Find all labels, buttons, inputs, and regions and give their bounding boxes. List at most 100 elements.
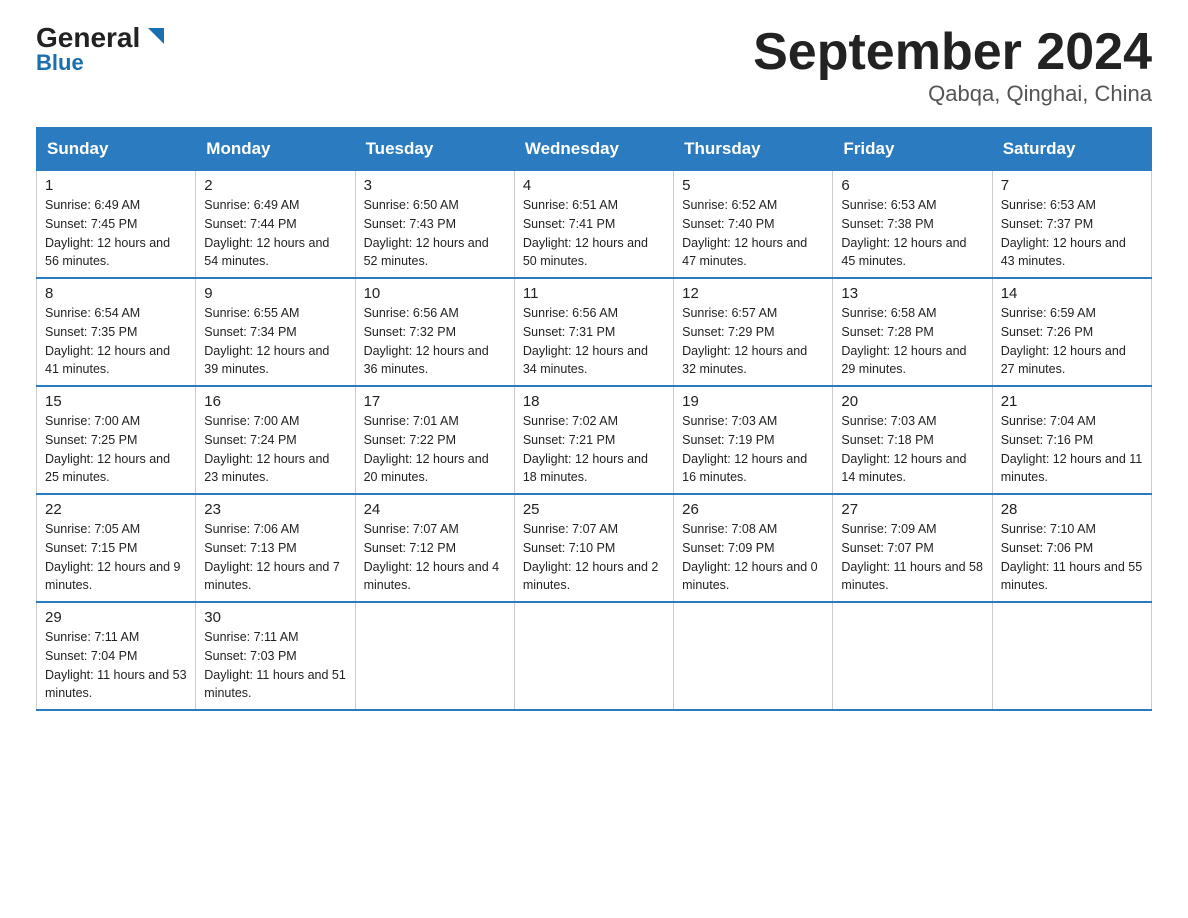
day-cell: 9 Sunrise: 6:55 AMSunset: 7:34 PMDaylight… bbox=[196, 278, 355, 386]
logo: General Blue bbox=[36, 24, 170, 76]
day-cell: 13 Sunrise: 6:58 AMSunset: 7:28 PMDayligh… bbox=[833, 278, 992, 386]
day-cell: 30 Sunrise: 7:11 AMSunset: 7:03 PMDayligh… bbox=[196, 602, 355, 710]
day-info: Sunrise: 7:11 AMSunset: 7:03 PMDaylight:… bbox=[204, 628, 346, 703]
day-info: Sunrise: 6:49 AMSunset: 7:45 PMDaylight:… bbox=[45, 196, 187, 271]
day-info: Sunrise: 7:05 AMSunset: 7:15 PMDaylight:… bbox=[45, 520, 187, 595]
month-title: September 2024 bbox=[753, 24, 1152, 81]
col-header-saturday: Saturday bbox=[992, 128, 1151, 170]
day-number: 3 bbox=[364, 177, 506, 194]
day-number: 14 bbox=[1001, 285, 1143, 302]
day-cell: 11 Sunrise: 6:56 AMSunset: 7:31 PMDayligh… bbox=[514, 278, 673, 386]
day-cell: 18 Sunrise: 7:02 AMSunset: 7:21 PMDayligh… bbox=[514, 386, 673, 494]
day-cell: 7 Sunrise: 6:53 AMSunset: 7:37 PMDaylight… bbox=[992, 170, 1151, 278]
day-number: 22 bbox=[45, 501, 187, 518]
day-cell: 6 Sunrise: 6:53 AMSunset: 7:38 PMDaylight… bbox=[833, 170, 992, 278]
col-header-thursday: Thursday bbox=[674, 128, 833, 170]
day-cell: 5Sunrise: 6:52 AMSunset: 7:40 PMDaylight… bbox=[674, 170, 833, 278]
day-cell: 21 Sunrise: 7:04 AMSunset: 7:16 PMDayligh… bbox=[992, 386, 1151, 494]
day-number: 13 bbox=[841, 285, 983, 302]
day-cell: 10 Sunrise: 6:56 AMSunset: 7:32 PMDayligh… bbox=[355, 278, 514, 386]
day-number: 15 bbox=[45, 393, 187, 410]
day-number: 20 bbox=[841, 393, 983, 410]
day-cell: 23 Sunrise: 7:06 AMSunset: 7:13 PMDayligh… bbox=[196, 494, 355, 602]
week-row-4: 22 Sunrise: 7:05 AMSunset: 7:15 PMDayligh… bbox=[37, 494, 1152, 602]
col-header-friday: Friday bbox=[833, 128, 992, 170]
day-info: Sunrise: 7:03 AMSunset: 7:18 PMDaylight:… bbox=[841, 412, 983, 487]
day-number: 24 bbox=[364, 501, 506, 518]
day-info: Sunrise: 6:49 AMSunset: 7:44 PMDaylight:… bbox=[204, 196, 346, 271]
day-cell: 26 Sunrise: 7:08 AMSunset: 7:09 PMDayligh… bbox=[674, 494, 833, 602]
day-number: 1 bbox=[45, 177, 187, 194]
col-header-sunday: Sunday bbox=[37, 128, 196, 170]
day-info: Sunrise: 7:02 AMSunset: 7:21 PMDaylight:… bbox=[523, 412, 665, 487]
day-info: Sunrise: 6:51 AMSunset: 7:41 PMDaylight:… bbox=[523, 196, 665, 271]
day-info: Sunrise: 7:06 AMSunset: 7:13 PMDaylight:… bbox=[204, 520, 346, 595]
day-number: 12 bbox=[682, 285, 824, 302]
day-cell bbox=[514, 602, 673, 710]
day-info: Sunrise: 6:55 AMSunset: 7:34 PMDaylight:… bbox=[204, 304, 346, 379]
week-row-2: 8 Sunrise: 6:54 AMSunset: 7:35 PMDaylight… bbox=[37, 278, 1152, 386]
day-info: Sunrise: 7:01 AMSunset: 7:22 PMDaylight:… bbox=[364, 412, 506, 487]
day-cell: 20 Sunrise: 7:03 AMSunset: 7:18 PMDayligh… bbox=[833, 386, 992, 494]
day-cell bbox=[674, 602, 833, 710]
day-info: Sunrise: 6:56 AMSunset: 7:31 PMDaylight:… bbox=[523, 304, 665, 379]
day-info: Sunrise: 6:53 AMSunset: 7:38 PMDaylight:… bbox=[841, 196, 983, 271]
day-cell: 8 Sunrise: 6:54 AMSunset: 7:35 PMDaylight… bbox=[37, 278, 196, 386]
day-info: Sunrise: 6:58 AMSunset: 7:28 PMDaylight:… bbox=[841, 304, 983, 379]
day-info: Sunrise: 6:57 AMSunset: 7:29 PMDaylight:… bbox=[682, 304, 824, 379]
day-info: Sunrise: 6:50 AMSunset: 7:43 PMDaylight:… bbox=[364, 196, 506, 271]
day-info: Sunrise: 7:08 AMSunset: 7:09 PMDaylight:… bbox=[682, 520, 824, 595]
day-cell: 14 Sunrise: 6:59 AMSunset: 7:26 PMDayligh… bbox=[992, 278, 1151, 386]
day-number: 18 bbox=[523, 393, 665, 410]
day-cell bbox=[833, 602, 992, 710]
day-number: 9 bbox=[204, 285, 346, 302]
day-number: 16 bbox=[204, 393, 346, 410]
day-cell: 16 Sunrise: 7:00 AMSunset: 7:24 PMDayligh… bbox=[196, 386, 355, 494]
day-number: 7 bbox=[1001, 177, 1143, 194]
day-cell: 1 Sunrise: 6:49 AMSunset: 7:45 PMDaylight… bbox=[37, 170, 196, 278]
day-info: Sunrise: 6:54 AMSunset: 7:35 PMDaylight:… bbox=[45, 304, 187, 379]
week-row-3: 15 Sunrise: 7:00 AMSunset: 7:25 PMDayligh… bbox=[37, 386, 1152, 494]
day-cell: 19Sunrise: 7:03 AMSunset: 7:19 PMDayligh… bbox=[674, 386, 833, 494]
col-header-wednesday: Wednesday bbox=[514, 128, 673, 170]
day-number: 26 bbox=[682, 501, 824, 518]
day-number: 30 bbox=[204, 609, 346, 626]
day-info: Sunrise: 6:59 AMSunset: 7:26 PMDaylight:… bbox=[1001, 304, 1143, 379]
day-info: Sunrise: 7:00 AMSunset: 7:25 PMDaylight:… bbox=[45, 412, 187, 487]
day-info: Sunrise: 6:56 AMSunset: 7:32 PMDaylight:… bbox=[364, 304, 506, 379]
day-cell: 15 Sunrise: 7:00 AMSunset: 7:25 PMDayligh… bbox=[37, 386, 196, 494]
day-number: 23 bbox=[204, 501, 346, 518]
day-number: 6 bbox=[841, 177, 983, 194]
logo-blue: Blue bbox=[36, 50, 84, 76]
day-info: Sunrise: 6:52 AMSunset: 7:40 PMDaylight:… bbox=[682, 196, 824, 271]
day-number: 11 bbox=[523, 285, 665, 302]
day-cell: 17 Sunrise: 7:01 AMSunset: 7:22 PMDayligh… bbox=[355, 386, 514, 494]
day-number: 8 bbox=[45, 285, 187, 302]
day-cell: 4 Sunrise: 6:51 AMSunset: 7:41 PMDaylight… bbox=[514, 170, 673, 278]
week-row-1: 1 Sunrise: 6:49 AMSunset: 7:45 PMDaylight… bbox=[37, 170, 1152, 278]
day-info: Sunrise: 7:11 AMSunset: 7:04 PMDaylight:… bbox=[45, 628, 187, 703]
day-info: Sunrise: 7:07 AMSunset: 7:12 PMDaylight:… bbox=[364, 520, 506, 595]
day-cell bbox=[355, 602, 514, 710]
day-number: 10 bbox=[364, 285, 506, 302]
day-number: 21 bbox=[1001, 393, 1143, 410]
day-number: 25 bbox=[523, 501, 665, 518]
title-area: September 2024 Qabqa, Qinghai, China bbox=[753, 24, 1152, 107]
day-number: 27 bbox=[841, 501, 983, 518]
day-info: Sunrise: 7:10 AMSunset: 7:06 PMDaylight:… bbox=[1001, 520, 1143, 595]
day-info: Sunrise: 7:00 AMSunset: 7:24 PMDaylight:… bbox=[204, 412, 346, 487]
day-number: 28 bbox=[1001, 501, 1143, 518]
day-info: Sunrise: 7:04 AMSunset: 7:16 PMDaylight:… bbox=[1001, 412, 1143, 487]
day-info: Sunrise: 7:07 AMSunset: 7:10 PMDaylight:… bbox=[523, 520, 665, 595]
week-row-5: 29 Sunrise: 7:11 AMSunset: 7:04 PMDayligh… bbox=[37, 602, 1152, 710]
logo-triangle-icon bbox=[142, 22, 170, 50]
day-number: 29 bbox=[45, 609, 187, 626]
day-number: 19 bbox=[682, 393, 824, 410]
day-cell: 29 Sunrise: 7:11 AMSunset: 7:04 PMDayligh… bbox=[37, 602, 196, 710]
day-number: 4 bbox=[523, 177, 665, 194]
day-number: 17 bbox=[364, 393, 506, 410]
day-cell bbox=[992, 602, 1151, 710]
location: Qabqa, Qinghai, China bbox=[753, 81, 1152, 107]
day-info: Sunrise: 6:53 AMSunset: 7:37 PMDaylight:… bbox=[1001, 196, 1143, 271]
day-cell: 2Sunrise: 6:49 AMSunset: 7:44 PMDaylight… bbox=[196, 170, 355, 278]
